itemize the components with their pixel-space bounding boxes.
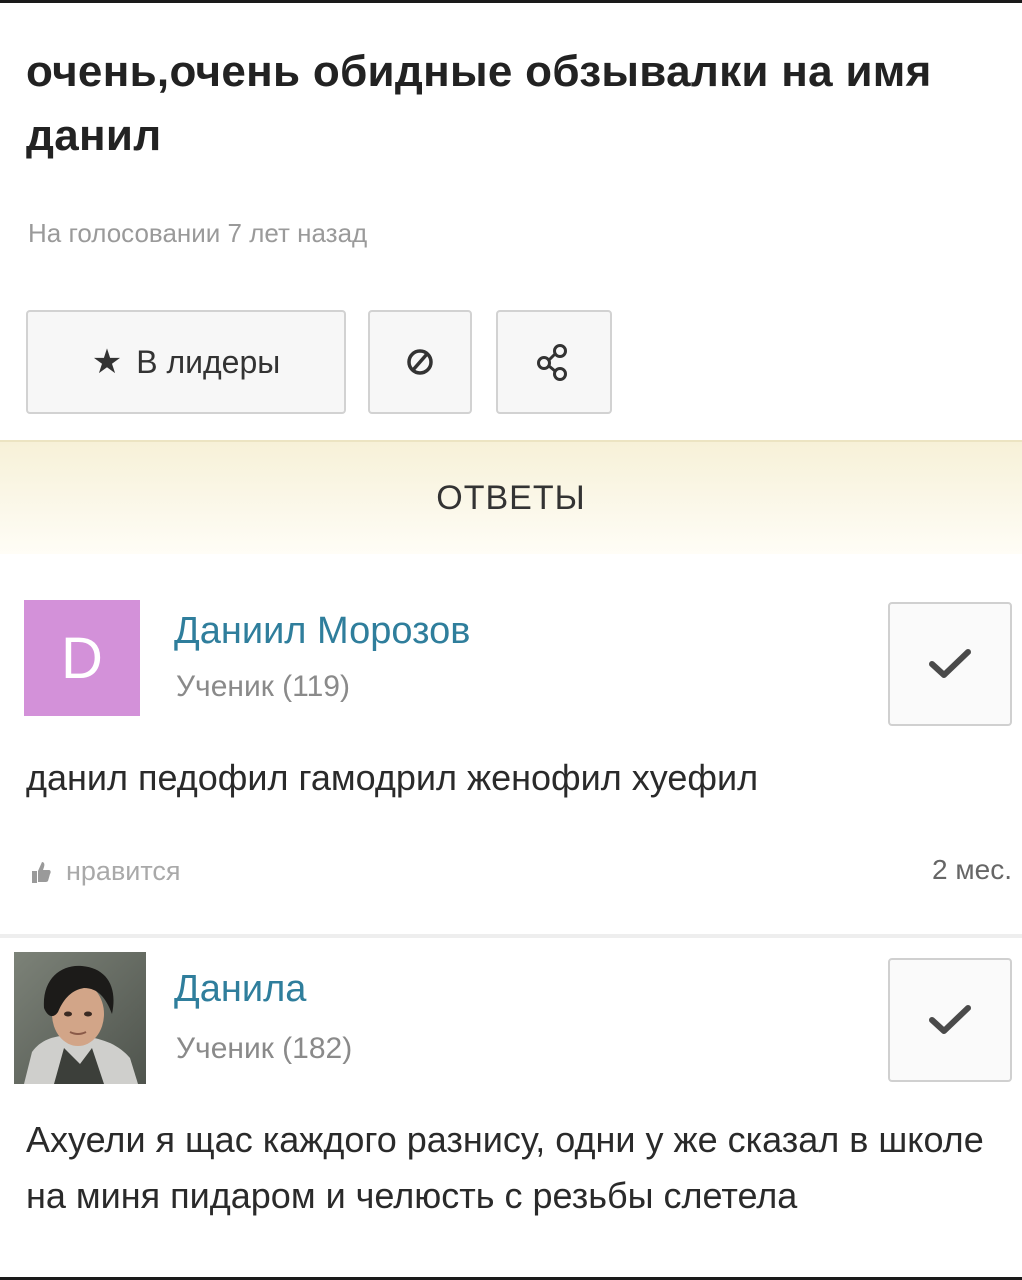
answer-item: Данила Ученик (182) Ахуели я щас каждого… (0, 952, 1022, 1280)
author-name-link[interactable]: Даниил Морозов (174, 610, 470, 653)
add-to-leaders-button[interactable]: ★ В лидеры (26, 310, 346, 414)
avatar[interactable]: D (24, 600, 140, 716)
answers-header: ОТВЕТЫ (0, 440, 1022, 554)
checkmark-icon (929, 1005, 971, 1034)
share-button[interactable] (496, 310, 612, 414)
question-meta: На голосовании 7 лет назад (28, 218, 368, 248)
leader-button-label: В лидеры (136, 343, 281, 380)
like-label: нравится (66, 856, 181, 886)
share-icon (537, 344, 567, 381)
mark-best-answer-button[interactable] (888, 958, 1012, 1082)
thumbs-up-icon (32, 861, 51, 883)
checkmark-icon (929, 649, 971, 678)
answer-item: D Даниил Морозов Ученик (119) данил педо… (0, 598, 1022, 926)
star-icon: ★ (91, 343, 123, 381)
author-name-link[interactable]: Данила (174, 968, 306, 1011)
like-button[interactable]: нравится (30, 856, 181, 887)
top-border (0, 0, 1022, 3)
block-icon (407, 349, 433, 375)
author-rank: Ученик (182) (176, 1032, 353, 1065)
author-rank: Ученик (119) (176, 670, 350, 703)
answer-time: 2 мес. (932, 854, 1012, 885)
question-title: очень,очень обидные обзывалки на имя дан… (26, 47, 932, 160)
answer-divider (0, 934, 1022, 938)
report-button[interactable] (368, 310, 472, 414)
mark-best-answer-button[interactable] (888, 602, 1012, 726)
user-photo-avatar (14, 952, 146, 1084)
avatar[interactable] (14, 952, 146, 1084)
answer-text: данил педофил гамодрил женофил хуефил (26, 757, 759, 798)
answer-text: Ахуели я щас каждого разнису, одни у же … (26, 1119, 984, 1216)
